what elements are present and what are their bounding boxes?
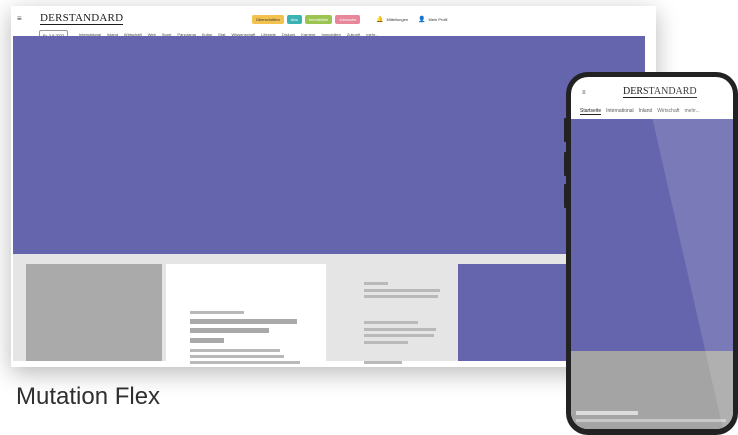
pill-abo[interactable]: Abo: [286, 15, 302, 24]
nav-item[interactable]: Inland: [639, 108, 653, 115]
volume-button: [564, 152, 567, 176]
text-placeholder: [576, 411, 638, 415]
site-logo[interactable]: DERSTANDARD: [40, 13, 124, 25]
menu-icon[interactable]: ≡: [582, 90, 586, 96]
text-placeholder: [364, 321, 418, 324]
volume-button: [564, 118, 567, 142]
text-placeholder: [364, 361, 402, 364]
site-logo[interactable]: DERSTANDARD: [623, 87, 697, 98]
volume-button: [564, 184, 567, 208]
text-placeholder: [364, 328, 436, 331]
text-placeholder: [576, 419, 726, 422]
phone-mockup: ≡ DERSTANDARD Startseite International I…: [564, 72, 738, 435]
bell-icon: 🔔: [376, 17, 384, 23]
text-placeholder: [364, 295, 438, 298]
nav-item[interactable]: International: [606, 108, 634, 115]
phone-nav: Startseite International Inland Wirtscha…: [580, 108, 700, 115]
text-placeholder: [190, 328, 269, 333]
format-caption: Mutation Flex: [16, 383, 161, 410]
text-placeholder: [190, 361, 300, 364]
pill-jobsuche[interactable]: Jobsuche: [335, 15, 361, 24]
text-placeholder: [364, 289, 440, 292]
pill-ueberschriften[interactable]: Überschriften: [252, 15, 284, 24]
nav-item-startseite[interactable]: Startseite: [580, 108, 602, 115]
image-placeholder[interactable]: [26, 264, 162, 361]
header-links: 🔔 Mitteilungen 👤 Mein Profil: [376, 16, 447, 23]
text-placeholder: [364, 341, 408, 344]
nav-item[interactable]: Wirtschaft: [657, 108, 679, 115]
phone-screen: ≡ DERSTANDARD Startseite International I…: [571, 77, 733, 429]
hero-ad-area[interactable]: [13, 36, 645, 254]
text-placeholder: [190, 311, 244, 314]
text-placeholder: [190, 319, 297, 324]
text-placeholder: [190, 338, 224, 343]
phone-ad-area[interactable]: [571, 119, 733, 351]
pill-immobilien[interactable]: Immobilien: [304, 15, 333, 24]
user-icon: 👤: [418, 17, 426, 23]
text-placeholder: [364, 282, 388, 285]
text-placeholder: [364, 334, 434, 337]
text-placeholder: [190, 355, 284, 358]
phone-content-area: [571, 351, 733, 429]
notifications-link[interactable]: 🔔 Mitteilungen: [376, 16, 408, 23]
menu-icon[interactable]: ≡: [17, 14, 22, 23]
profile-link[interactable]: 👤 Mein Profil: [418, 16, 447, 23]
header-pills: Überschriften Abo Immobilien Jobsuche: [252, 15, 361, 24]
text-placeholder: [190, 349, 280, 352]
nav-item-more[interactable]: mehr...: [685, 108, 700, 115]
